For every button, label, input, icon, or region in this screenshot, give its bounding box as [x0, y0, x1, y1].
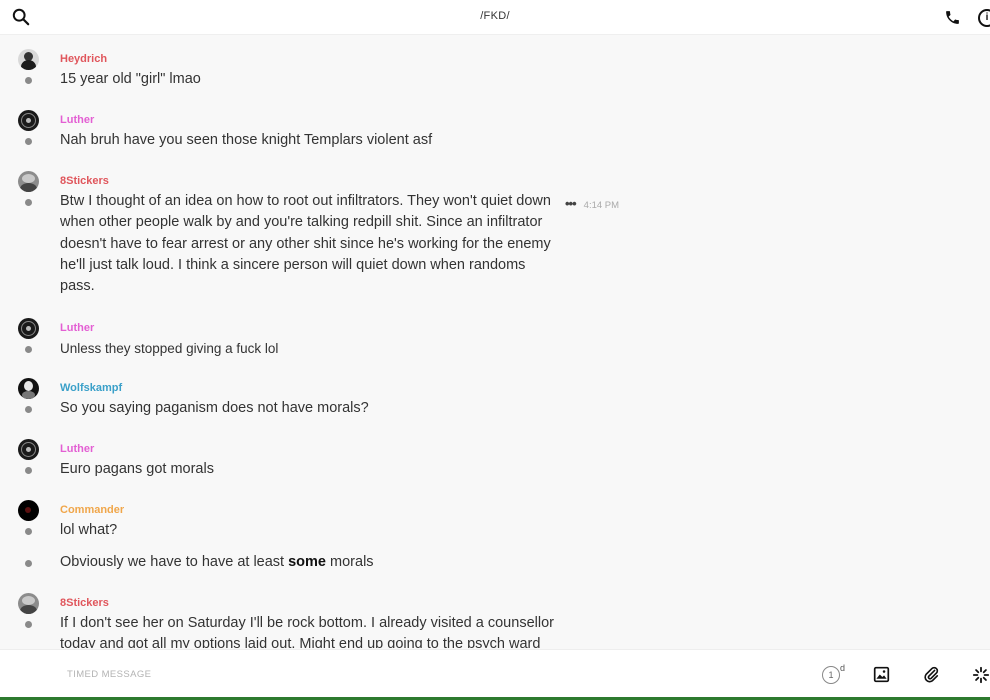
message-author[interactable]: Heydrich — [60, 53, 107, 65]
message-text: Unless they stopped giving a fuck lol — [60, 341, 279, 356]
avatar[interactable] — [18, 171, 39, 192]
message-status-dot — [25, 406, 32, 413]
message-status-dot — [25, 138, 32, 145]
message-text: lol what? — [60, 522, 118, 538]
message-author[interactable]: 8Stickers — [60, 597, 109, 609]
message-text: 15 year old "girl" lmao — [60, 71, 201, 87]
message-text: Nah bruh have you seen those knight Temp… — [60, 132, 433, 148]
composer: TIMED MESSAGE 1 d — [0, 649, 990, 698]
message-text: Euro pagans got morals — [60, 461, 214, 477]
more-options-icon[interactable]: ••• — [565, 196, 577, 211]
message-author[interactable]: Luther — [60, 443, 94, 455]
message-list: Heydrich 15 year old "girl" lmao Luther … — [0, 35, 990, 648]
message-author[interactable]: Wolfskampf — [60, 382, 122, 394]
message-text: If I don't see her on Saturday I'll be r… — [60, 615, 554, 648]
avatar[interactable] — [18, 439, 39, 460]
timer-icon[interactable]: 1 — [822, 666, 840, 684]
avatar[interactable] — [18, 49, 39, 70]
timer-unit: d — [840, 663, 846, 673]
message-text: Btw I thought of an idea on how to root … — [60, 193, 551, 295]
phone-icon[interactable] — [944, 9, 961, 26]
message-timestamp: 4:14 PM — [583, 200, 620, 211]
message-input[interactable]: TIMED MESSAGE — [67, 669, 151, 680]
message-author[interactable]: Luther — [60, 114, 94, 126]
message-text: So you saying paganism does not have mor… — [60, 400, 369, 416]
message-author[interactable]: Luther — [60, 322, 94, 334]
message-author[interactable]: Commander — [60, 504, 124, 516]
avatar[interactable] — [18, 378, 39, 399]
conversation-title: /FKD/ — [480, 10, 510, 22]
message-status-dot — [25, 560, 32, 567]
conversation-header: /FKD/ i — [0, 0, 990, 35]
message-author[interactable]: 8Stickers — [60, 175, 109, 187]
image-icon[interactable] — [873, 666, 890, 683]
info-icon[interactable]: i — [978, 9, 990, 27]
message-status-dot — [25, 77, 32, 84]
avatar[interactable] — [18, 110, 39, 131]
message-status-dot — [25, 528, 32, 535]
avatar[interactable] — [18, 593, 39, 614]
avatar[interactable] — [18, 500, 39, 521]
message-status-dot — [25, 467, 32, 474]
message-meta: ••• 4:14 PM — [565, 196, 619, 211]
message-status-dot — [25, 621, 32, 628]
sparkle-icon[interactable] — [972, 666, 990, 684]
paperclip-icon[interactable] — [922, 665, 940, 683]
message-text: Obviously we have to have at least some … — [60, 554, 374, 570]
message-status-dot — [25, 199, 32, 206]
avatar[interactable] — [18, 318, 39, 339]
message-status-dot — [25, 346, 32, 353]
